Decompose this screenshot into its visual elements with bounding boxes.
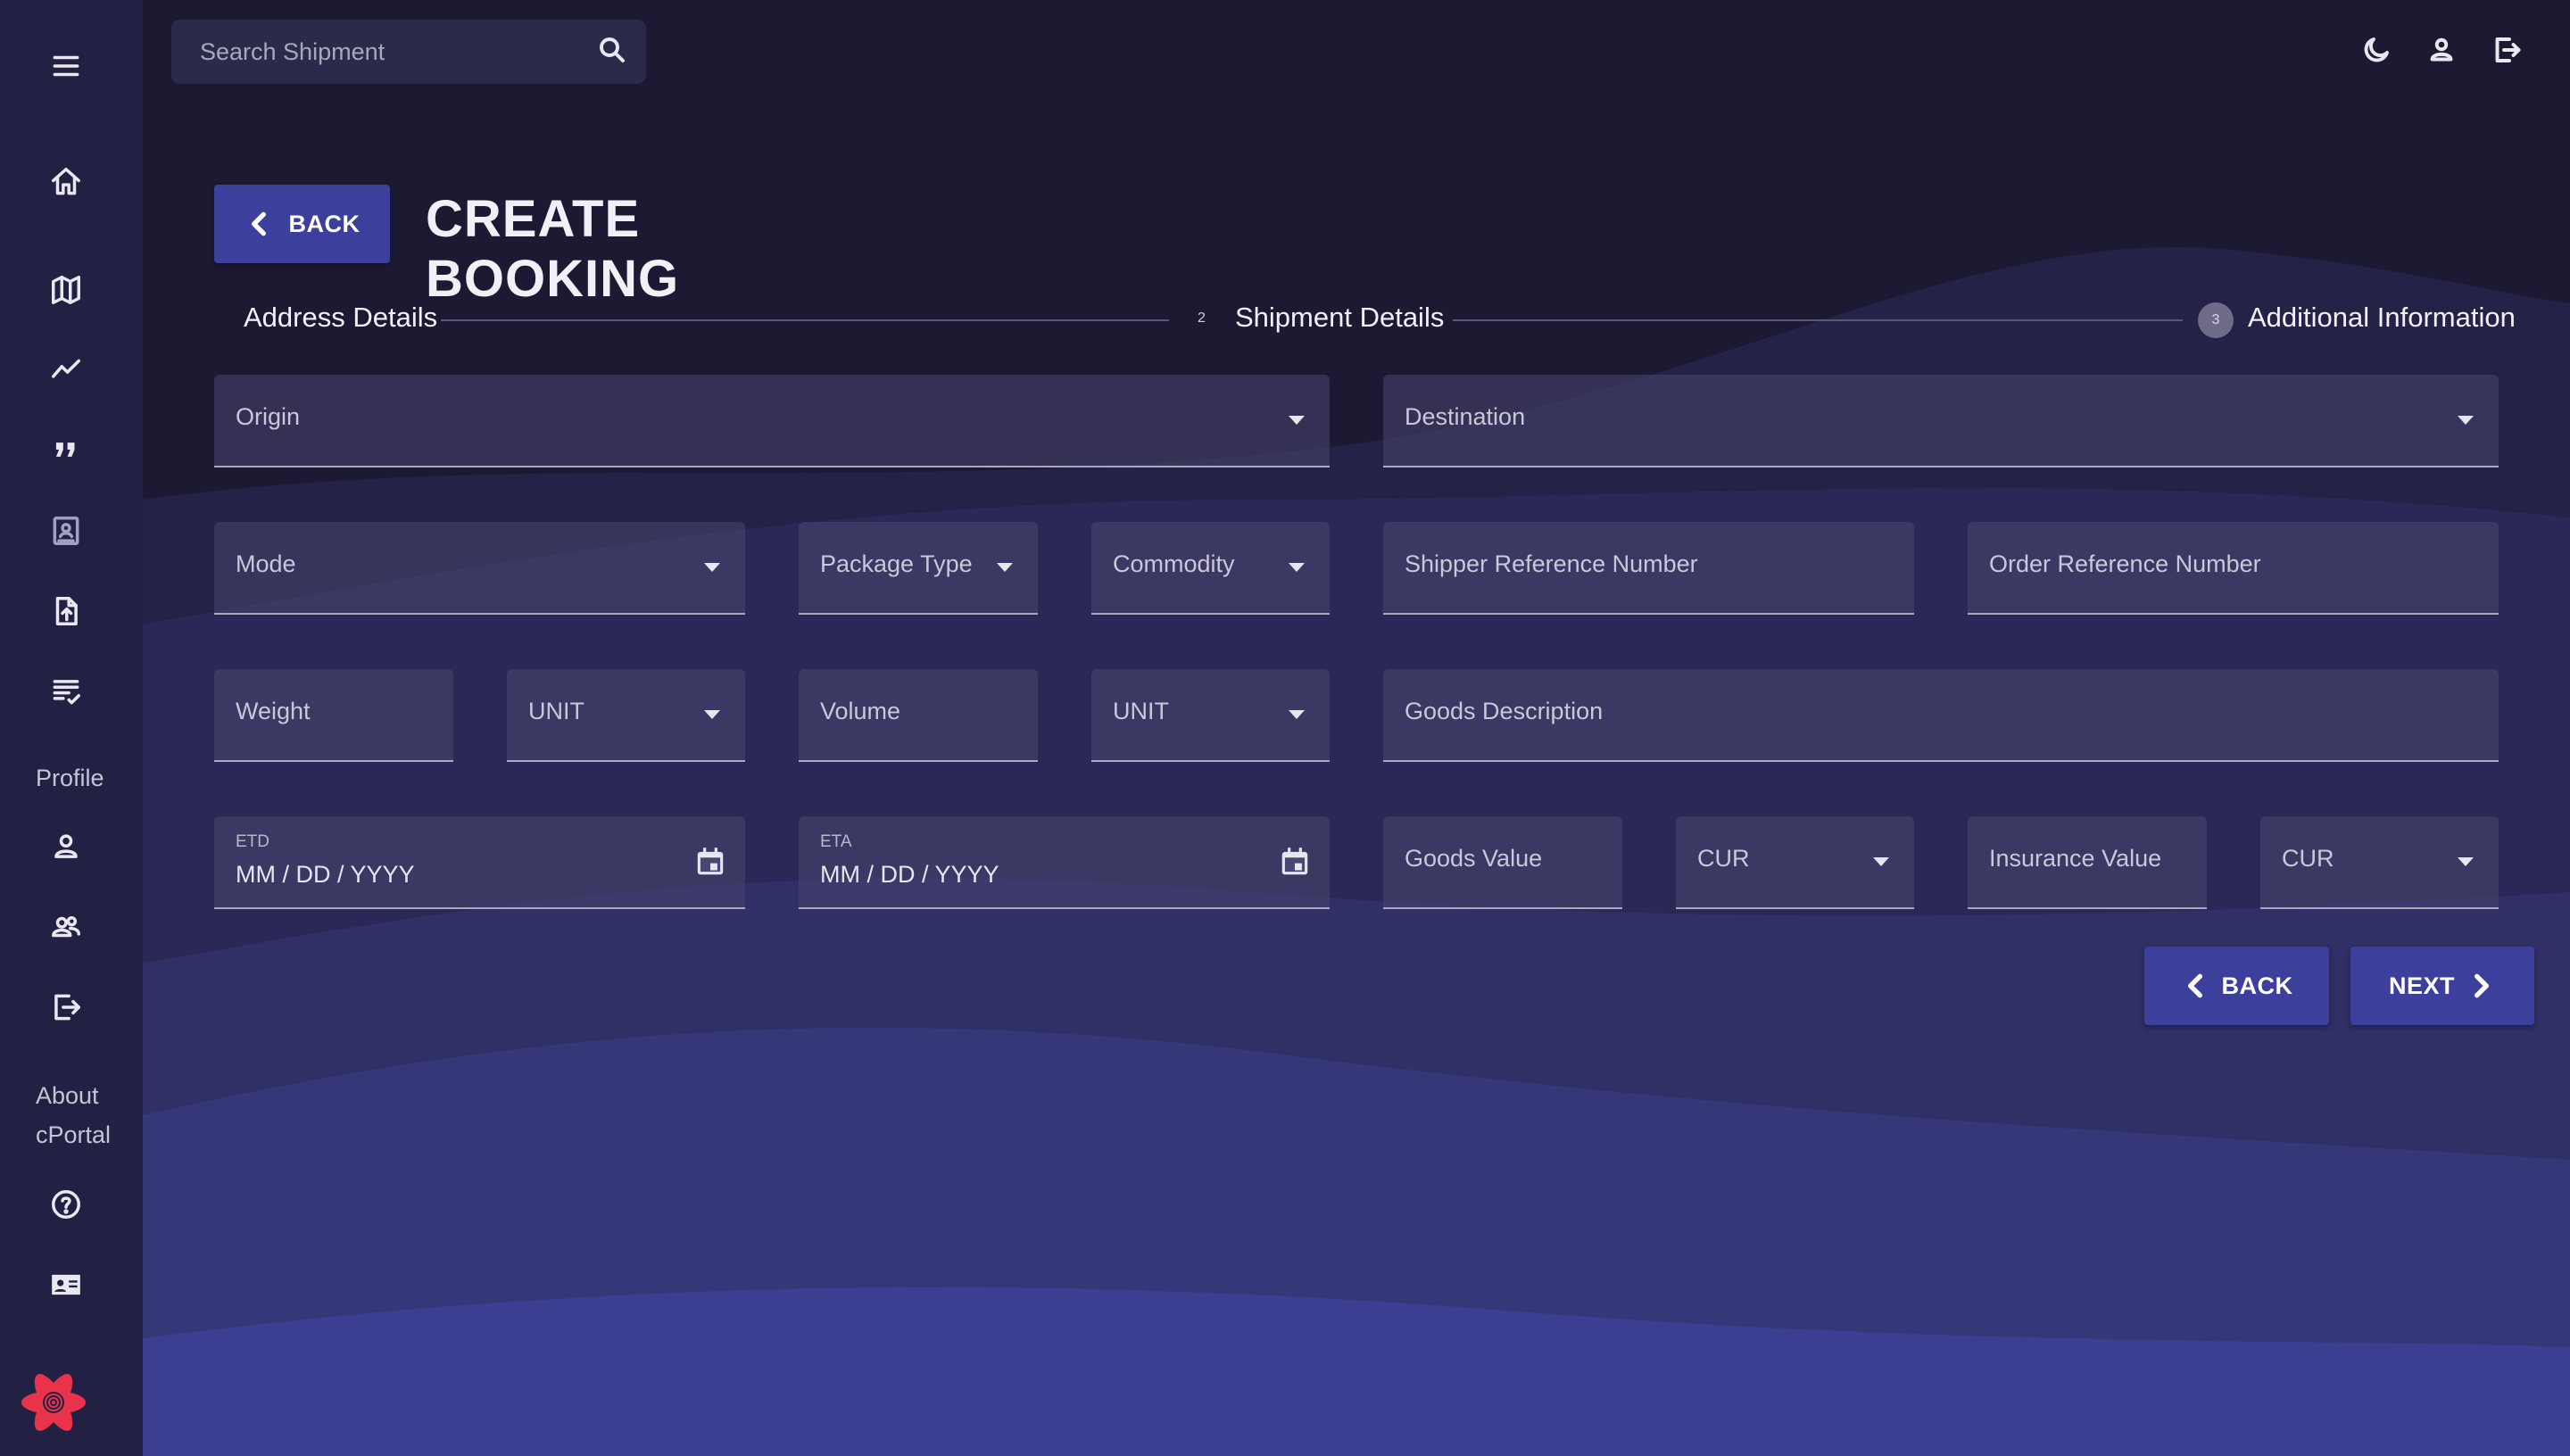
file-upload-icon[interactable] <box>39 584 93 638</box>
caret-down-icon <box>1289 710 1305 719</box>
volume-unit-select[interactable]: UNIT <box>1091 669 1330 762</box>
insurance-value-input[interactable]: Insurance Value <box>1968 816 2207 909</box>
stepper: Address Details 2 Shipment Details 3 Add… <box>0 298 2570 343</box>
chevron-left-icon <box>251 211 266 236</box>
back-button[interactable]: BACK <box>214 185 390 263</box>
search-icon[interactable] <box>596 34 632 70</box>
commodity-label: Commodity <box>1113 550 1235 577</box>
logout-icon[interactable] <box>39 980 93 1034</box>
caret-down-icon <box>2458 857 2474 866</box>
eta-label: ETA <box>820 832 852 851</box>
id-card-icon[interactable] <box>39 1258 93 1311</box>
shipper-reference-input[interactable]: Shipper Reference Number <box>1383 522 1914 615</box>
chevron-right-icon <box>2475 973 2489 998</box>
goods-value-label: Goods Value <box>1405 845 1543 872</box>
calendar-icon[interactable] <box>693 845 729 881</box>
mode-select[interactable]: Mode <box>214 522 745 615</box>
help-icon[interactable] <box>39 1178 93 1231</box>
caret-down-icon <box>704 710 720 719</box>
package-type-label: Package Type <box>820 550 973 577</box>
commodity-select[interactable]: Commodity <box>1091 522 1330 615</box>
contact-card-icon[interactable] <box>39 504 93 558</box>
next-button[interactable]: NEXT <box>2350 947 2534 1025</box>
menu-icon[interactable] <box>39 39 93 93</box>
etd-date-input[interactable]: ETD MM / DD / YYYY <box>214 816 745 909</box>
step-number-2: 2 <box>1198 310 1206 326</box>
sidebar: Profile About cPortal <box>0 0 143 1456</box>
eta-value: MM / DD / YYYY <box>820 861 999 888</box>
trending-icon[interactable] <box>39 343 93 396</box>
etd-label: ETD <box>236 832 269 851</box>
top-bar: Search Shipment <box>143 0 2570 107</box>
volume-unit-label: UNIT <box>1113 698 1169 724</box>
caret-down-icon <box>1289 563 1305 572</box>
insurance-currency-label: CUR <box>2282 845 2334 872</box>
eta-date-input[interactable]: ETA MM / DD / YYYY <box>799 816 1330 909</box>
next-label: NEXT <box>2388 972 2455 999</box>
form-back-label: BACK <box>2221 972 2293 999</box>
step-connector <box>1453 319 2183 321</box>
moon-icon[interactable] <box>2360 34 2396 70</box>
caret-down-icon <box>997 563 1013 572</box>
weight-unit-label: UNIT <box>528 698 584 724</box>
goods-currency-label: CUR <box>1697 845 1750 872</box>
step-additional-information[interactable]: Additional Information <box>2248 302 2516 334</box>
logout-icon[interactable] <box>2491 34 2526 70</box>
react-logo-icon[interactable] <box>18 1367 89 1438</box>
step-connector <box>441 319 1169 321</box>
step-address-details[interactable]: Address Details <box>244 302 437 334</box>
caret-down-icon <box>704 563 720 572</box>
search-placeholder: Search Shipment <box>200 37 386 65</box>
insurance-currency-select[interactable]: CUR <box>2260 816 2499 909</box>
about-section-label: About <box>36 1082 99 1109</box>
goods-value-input[interactable]: Goods Value <box>1383 816 1622 909</box>
about-section-label-product: cPortal <box>36 1121 112 1148</box>
goods-description-input[interactable]: Goods Description <box>1383 669 2499 762</box>
volume-label: Volume <box>820 698 901 724</box>
people-icon[interactable] <box>39 900 93 954</box>
goods-description-label: Goods Description <box>1405 698 1604 724</box>
step-number-3: 3 <box>2198 302 2234 338</box>
shipper-reference-label: Shipper Reference Number <box>1405 550 1698 577</box>
user-icon[interactable] <box>2425 34 2461 70</box>
etd-value: MM / DD / YYYY <box>236 861 415 888</box>
page-title: CREATE BOOKING <box>426 190 680 308</box>
origin-label: Origin <box>236 403 301 430</box>
step-shipment-details[interactable]: Shipment Details <box>1235 302 1444 334</box>
back-button-label: BACK <box>288 210 361 237</box>
mode-label: Mode <box>236 550 296 577</box>
person-icon[interactable] <box>39 820 93 873</box>
profile-section-label: Profile <box>36 765 104 791</box>
order-reference-label: Order Reference Number <box>1989 550 2261 577</box>
weight-label: Weight <box>236 698 311 724</box>
origin-select[interactable]: Origin <box>214 375 1330 467</box>
volume-input[interactable]: Volume <box>799 669 1038 762</box>
search-input[interactable]: Search Shipment <box>171 20 646 84</box>
calendar-icon[interactable] <box>1278 845 1314 881</box>
weight-input[interactable]: Weight <box>214 669 453 762</box>
form-back-button[interactable]: BACK <box>2144 947 2329 1025</box>
destination-select[interactable]: Destination <box>1383 375 2499 467</box>
quote-icon[interactable] <box>39 423 93 476</box>
package-type-select[interactable]: Package Type <box>799 522 1038 615</box>
home-icon[interactable] <box>39 155 93 209</box>
destination-label: Destination <box>1405 403 1526 430</box>
weight-unit-select[interactable]: UNIT <box>507 669 745 762</box>
checklist-icon[interactable] <box>39 665 93 718</box>
caret-down-icon <box>2458 416 2474 425</box>
goods-currency-select[interactable]: CUR <box>1676 816 1914 909</box>
caret-down-icon <box>1289 416 1305 425</box>
chevron-left-icon <box>2187 973 2202 998</box>
insurance-value-label: Insurance Value <box>1989 845 2162 872</box>
order-reference-input[interactable]: Order Reference Number <box>1968 522 2499 615</box>
caret-down-icon <box>1873 857 1889 866</box>
